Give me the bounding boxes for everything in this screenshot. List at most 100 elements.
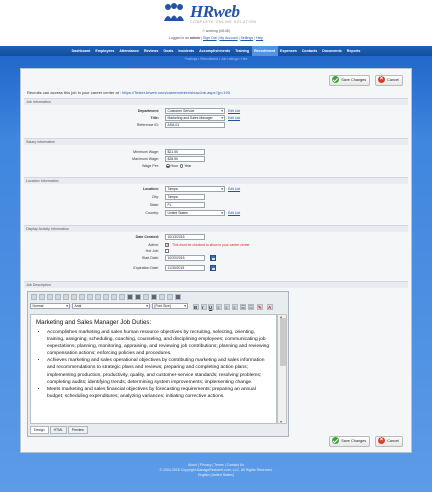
- replace-icon[interactable]: [103, 294, 109, 300]
- min-wage-row: Minimum Wage: $21.50: [21, 149, 411, 155]
- cancel-button[interactable]: Cancel: [375, 75, 403, 86]
- nav-contacts[interactable]: Contacts: [299, 46, 319, 56]
- state-row: State: FL: [21, 202, 411, 208]
- cut-icon[interactable]: [55, 294, 61, 300]
- numbered-list-icon[interactable]: ☷: [248, 304, 254, 310]
- state-input[interactable]: FL: [165, 202, 205, 208]
- hrweb-logo[interactable]: HRweb COMPLETE ONLINE SOLUTION: [162, 2, 272, 24]
- title-select[interactable]: Marketing and Sales Manager: [165, 115, 225, 121]
- font-color-icon[interactable]: A: [267, 304, 273, 310]
- table-icon[interactable]: [135, 294, 141, 300]
- start-date-input[interactable]: 10/20/2015: [165, 255, 205, 261]
- link-icon[interactable]: [111, 294, 117, 300]
- redo-icon[interactable]: [87, 294, 93, 300]
- scroll-thumb[interactable]: [279, 318, 286, 366]
- minimum-wage-input[interactable]: $21.50: [165, 149, 205, 155]
- save-changes-button[interactable]: Save Changes: [329, 75, 371, 86]
- tab-design[interactable]: Design: [30, 426, 49, 434]
- align-center-icon[interactable]: ≡: [224, 304, 230, 310]
- nav-documents[interactable]: Documents: [320, 46, 345, 56]
- scroll-down-icon[interactable]: ▾: [280, 419, 282, 424]
- active-checkbox[interactable]: [165, 242, 169, 247]
- nav-reports[interactable]: Reports: [344, 46, 363, 56]
- my-account-link[interactable]: My Account: [220, 36, 238, 40]
- tab-html[interactable]: HTML: [49, 426, 67, 434]
- nav-dashboard[interactable]: Dashboard: [69, 46, 93, 56]
- expiration-date-calendar-icon[interactable]: [210, 265, 216, 271]
- logo-mark-icon: [164, 3, 184, 21]
- maximum-wage-input[interactable]: $28.50: [165, 156, 205, 162]
- nav-expenses[interactable]: Expenses: [278, 46, 300, 56]
- new-doc-icon[interactable]: [31, 294, 37, 300]
- underline-button[interactable]: U: [208, 304, 214, 310]
- copy-icon[interactable]: [63, 294, 69, 300]
- rich-text-editor: Normal Arial [Font Size] B I U ≡ ≡ ≡ ☰ ☷…: [27, 291, 289, 437]
- nav-attendance[interactable]: Attendance: [117, 46, 142, 56]
- help-link[interactable]: Help: [256, 36, 263, 40]
- title-row: Title: Marketing and Sales Manager Edit …: [21, 115, 411, 121]
- site-header: HRweb COMPLETE ONLINE SOLUTION ⏲ working…: [0, 0, 432, 44]
- nav-incidents[interactable]: Incidents: [176, 46, 197, 56]
- editor-mode-tabs: Design HTML Preview: [30, 426, 89, 434]
- cancel-icon: [378, 436, 386, 445]
- special-char-icon[interactable]: [151, 294, 157, 300]
- user-status: ⏲ working (08:45): [0, 29, 432, 33]
- sign-out-link[interactable]: Sign Out: [203, 36, 217, 40]
- start-date-calendar-icon[interactable]: [210, 255, 216, 261]
- reference-id-input[interactable]: ASA-01: [165, 122, 225, 128]
- undo-icon[interactable]: [79, 294, 85, 300]
- status-icon: ⏲: [202, 29, 205, 33]
- hr-icon[interactable]: [143, 294, 149, 300]
- location-select[interactable]: Tampa: [165, 186, 225, 192]
- nav-goals[interactable]: Goals: [161, 46, 176, 56]
- location-edit-list-link[interactable]: Edit List: [228, 186, 240, 192]
- fullscreen-icon[interactable]: [175, 294, 181, 300]
- section-display-activity: Display Activity Information: [24, 225, 408, 232]
- highlight-color-icon[interactable]: ✎: [257, 304, 263, 310]
- nav-reviews[interactable]: Reviews: [141, 46, 160, 56]
- expiration-date-input[interactable]: 11/30/2015: [165, 265, 205, 271]
- unlink-icon[interactable]: [119, 294, 125, 300]
- country-edit-list-link[interactable]: Edit List: [228, 210, 240, 216]
- date-created-input[interactable]: 10/13/2015: [165, 234, 205, 240]
- italic-button[interactable]: I: [201, 304, 207, 310]
- department-select[interactable]: Customer Service: [165, 108, 225, 114]
- bottom-actions: Save Changes Cancel: [324, 436, 403, 447]
- country-select[interactable]: United States: [165, 210, 225, 216]
- sub-nav[interactable]: Postings • Recruitment • Job Listings • …: [0, 57, 432, 61]
- career-center-link[interactable]: https://Tester.hrweb.com/careercenter/sh…: [122, 90, 230, 95]
- settings-link[interactable]: Settings: [240, 36, 253, 40]
- hour-radio[interactable]: [166, 164, 170, 168]
- nav-accomplishments[interactable]: Accomplishments: [197, 46, 233, 56]
- year-radio[interactable]: [179, 164, 184, 168]
- nav-employees[interactable]: Employees: [93, 46, 117, 56]
- bold-button[interactable]: B: [193, 304, 199, 310]
- font-family-select[interactable]: Arial: [72, 303, 150, 309]
- department-edit-list-link[interactable]: Edit List: [228, 108, 240, 114]
- bullet-list-icon[interactable]: ☰: [240, 304, 246, 310]
- max-wage-row: Maximum Wage: $28.50: [21, 156, 411, 162]
- start-date-row: Start Date: 10/20/2015: [21, 255, 411, 261]
- open-icon[interactable]: [39, 294, 45, 300]
- nav-recruitment[interactable]: Recruitment: [251, 46, 278, 56]
- font-size-select[interactable]: [Font Size]: [152, 303, 188, 309]
- find-icon[interactable]: [95, 294, 101, 300]
- editor-content[interactable]: Marketing and Sales Manager Job Duties: …: [30, 314, 277, 424]
- title-edit-list-link[interactable]: Edit List: [228, 115, 240, 121]
- paste-icon[interactable]: [71, 294, 77, 300]
- align-left-icon[interactable]: ≡: [216, 304, 222, 310]
- footer-language[interactable]: English (United States): [0, 473, 432, 478]
- source-icon[interactable]: [167, 294, 173, 300]
- spellcheck-icon[interactable]: [159, 294, 165, 300]
- cancel-button-bottom[interactable]: Cancel: [375, 436, 403, 447]
- paragraph-style-select[interactable]: Normal: [30, 303, 70, 309]
- hot-job-checkbox[interactable]: [165, 249, 169, 253]
- nav-training[interactable]: Training: [233, 46, 252, 56]
- editor-scrollbar[interactable]: ▴ ▾: [277, 314, 287, 424]
- tab-preview[interactable]: Preview: [67, 426, 88, 434]
- image-icon[interactable]: [127, 294, 133, 300]
- city-input[interactable]: Tampa: [165, 194, 205, 200]
- align-right-icon[interactable]: ≡: [232, 304, 238, 310]
- print-icon[interactable]: [47, 294, 53, 300]
- save-changes-button-bottom[interactable]: Save Changes: [329, 436, 371, 447]
